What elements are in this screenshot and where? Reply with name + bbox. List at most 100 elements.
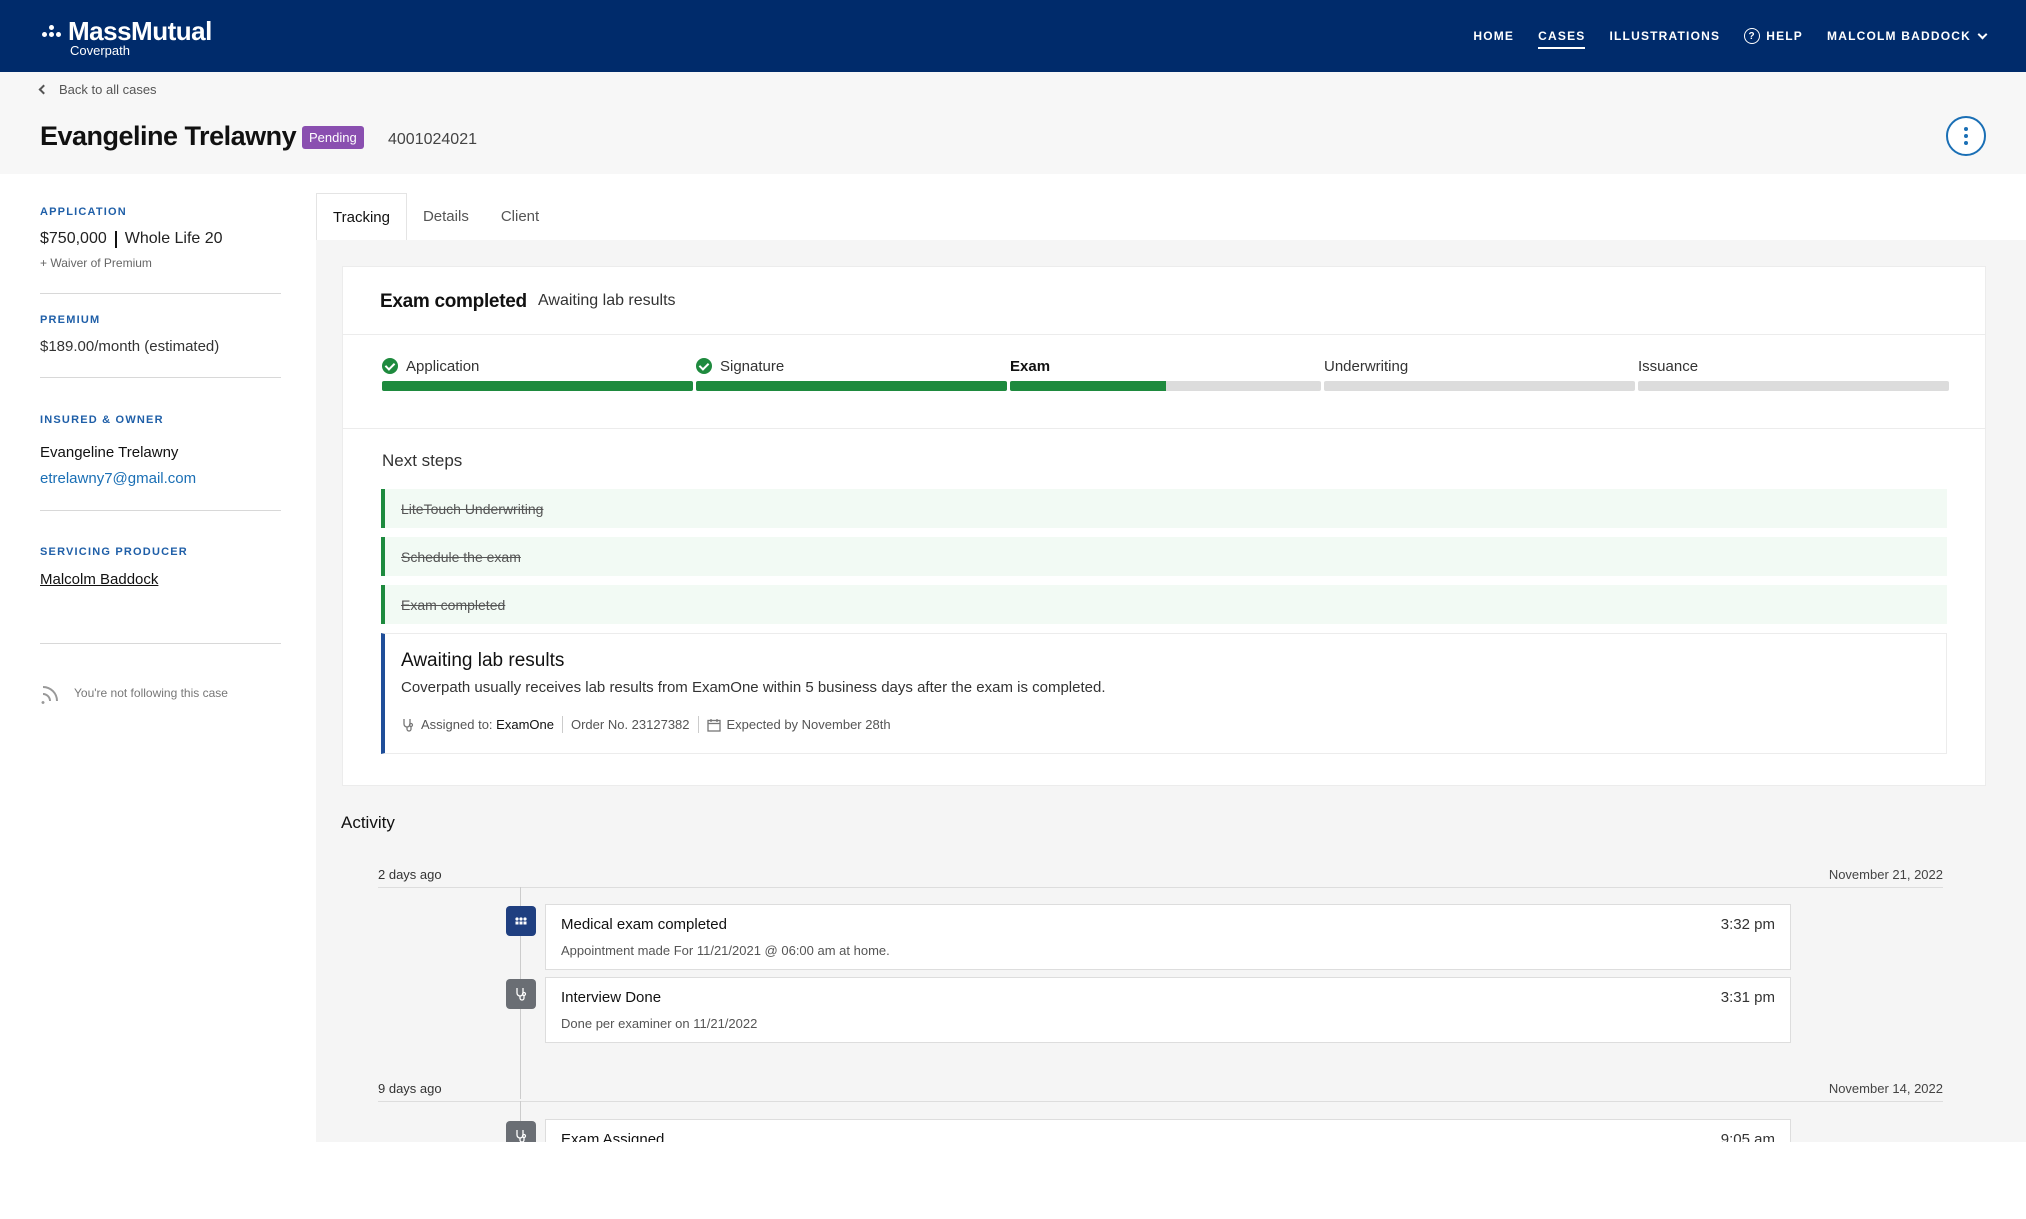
- nav-help[interactable]: ? HELP: [1744, 28, 1803, 44]
- application-summary: $750,000 Whole Life 20: [40, 230, 281, 248]
- stethoscope-icon: [403, 718, 414, 732]
- nav-help-label: HELP: [1766, 29, 1804, 43]
- step-issuance: Issuance: [1638, 357, 1949, 391]
- activity-item[interactable]: Medical exam completed 3:32 pm Appointme…: [545, 904, 1791, 970]
- step-progress-bar: [382, 381, 693, 391]
- current-step-title: Awaiting lab results: [401, 650, 565, 671]
- step-label: Exam: [1010, 357, 1321, 375]
- step-name: Underwriting: [1324, 357, 1409, 375]
- people-icon: [506, 906, 536, 936]
- step-label: Issuance: [1638, 357, 1949, 375]
- check-circle-icon: [696, 358, 712, 374]
- insured-name: Evangeline Trelawny: [40, 444, 179, 461]
- insured-section: INSURED & OWNER Evangeline Trelawny etre…: [40, 414, 281, 487]
- follow-text: You're not following this case: [74, 686, 228, 700]
- step-underwriting: Underwriting: [1324, 357, 1635, 391]
- step-name: Application: [406, 357, 480, 375]
- kebab-dot: [1964, 134, 1968, 138]
- producer-link[interactable]: Malcolm Baddock: [40, 571, 281, 588]
- more-options-button[interactable]: [1946, 116, 1986, 156]
- logo-dots-icon: [40, 25, 64, 42]
- divider: [378, 1101, 1943, 1102]
- activity-group-relative: 2 days ago: [378, 867, 442, 882]
- policy-number: 4001024021: [388, 131, 477, 148]
- step-progress-bar: [1324, 381, 1635, 391]
- step-progress-fill: [382, 381, 693, 391]
- case-tabs: Tracking Details Client: [316, 193, 555, 240]
- page-title: Evangeline Trelawny: [40, 121, 297, 151]
- tab-client[interactable]: Client: [485, 193, 555, 240]
- tab-details[interactable]: Details: [407, 193, 485, 240]
- user-menu[interactable]: MALCOLM BADDOCK: [1827, 29, 1988, 43]
- activity-title: Activity: [341, 813, 395, 832]
- divider: [40, 510, 281, 511]
- case-header: [0, 72, 2026, 174]
- activity-item-title: Medical exam completed: [561, 916, 727, 933]
- premium-value: $189.00/month (estimated): [40, 338, 220, 355]
- step-progress-bar: [1638, 381, 1949, 391]
- producer-label: SERVICING PRODUCER: [40, 546, 188, 558]
- completed-step: Schedule the exam: [381, 537, 1947, 576]
- separator: [697, 716, 699, 733]
- step-label: Application: [382, 357, 693, 375]
- step-name: Signature: [720, 357, 785, 375]
- divider: [378, 887, 1943, 888]
- completed-step: LiteTouch Underwriting: [381, 489, 1947, 528]
- progress-tracker: Application Signature Exam Underwriting: [343, 335, 1985, 429]
- expected-date: Expected by November 28th: [726, 717, 891, 732]
- premium-label: PREMIUM: [40, 314, 101, 326]
- status-badge: Pending: [302, 126, 364, 149]
- application-label: APPLICATION: [40, 206, 127, 218]
- calendar-icon: [706, 718, 721, 732]
- activity-group-relative: 9 days ago: [378, 1081, 442, 1096]
- step-exam: Exam: [1010, 357, 1321, 391]
- premium-section: PREMIUM $189.00/month (estimated): [40, 314, 281, 355]
- back-to-cases-link[interactable]: Back to all cases: [38, 82, 157, 97]
- activity-item-desc: Done per examiner on 11/21/2022: [561, 1016, 758, 1031]
- insured-email-link[interactable]: etrelawny7@gmail.com: [40, 470, 281, 487]
- activity-item-desc: Appointment made For 11/21/2021 @ 06:00 …: [561, 943, 890, 958]
- status-subtitle: Awaiting lab results: [538, 292, 676, 309]
- step-progress-fill: [1010, 381, 1166, 391]
- step-progress-bar: [1010, 381, 1321, 391]
- user-name: MALCOLM BADDOCK: [1827, 29, 1971, 43]
- nav-home[interactable]: HOME: [1473, 29, 1514, 43]
- kebab-dot: [1964, 141, 1968, 145]
- current-step-description: Coverpath usually receives lab results f…: [401, 679, 1106, 696]
- divider: [40, 377, 281, 378]
- back-label: Back to all cases: [59, 82, 157, 97]
- activity-item-time: 3:32 pm: [1720, 916, 1775, 933]
- current-step-meta: Assigned to: ExamOne Order No. 23127382 …: [401, 716, 891, 733]
- viewport-bottom: [316, 1142, 2026, 1219]
- next-steps-title: Next steps: [382, 451, 463, 470]
- brand-sub: Coverpath: [70, 43, 130, 58]
- tab-tracking[interactable]: Tracking: [316, 193, 407, 240]
- nav-links: HOME CASES ILLUSTRATIONS ? HELP MALCOLM …: [1473, 0, 1988, 72]
- top-nav: MassMutual Coverpath HOME CASES ILLUSTRA…: [0, 0, 2026, 72]
- rider: + Waiver of Premium: [40, 256, 152, 270]
- status-title: Exam completed: [380, 291, 527, 312]
- activity-group-date: November 14, 2022: [1828, 1081, 1943, 1096]
- product-name: Whole Life 20: [124, 230, 223, 247]
- step-name: Exam: [1010, 357, 1051, 375]
- step-signature: Signature: [696, 357, 1007, 391]
- activity-group-date: November 21, 2022: [1828, 867, 1943, 882]
- nav-cases[interactable]: CASES: [1538, 29, 1586, 49]
- rss-icon: [41, 686, 58, 704]
- assigned-to: ExamOne: [496, 717, 554, 732]
- step-progress-bar: [696, 381, 1007, 391]
- follow-case-toggle[interactable]: You're not following this case: [40, 682, 281, 704]
- stethoscope-icon: [506, 979, 536, 1009]
- activity-item-time: 3:31 pm: [1720, 989, 1775, 1006]
- application-section: APPLICATION $750,000 Whole Life 20 + Wai…: [40, 206, 281, 270]
- activity-item[interactable]: Interview Done 3:31 pm Done per examiner…: [545, 977, 1791, 1043]
- divider: [40, 643, 281, 644]
- coverage-amount: $750,000: [40, 230, 107, 247]
- chevron-left-icon: [38, 84, 49, 95]
- status-card: Exam completed Awaiting lab results Appl…: [342, 266, 1986, 786]
- help-icon: ?: [1744, 28, 1761, 44]
- kebab-dot: [1964, 127, 1968, 131]
- current-step-card: Awaiting lab results Coverpath usually r…: [381, 633, 1947, 754]
- order-number: Order No. 23127382: [570, 717, 690, 732]
- nav-illustrations[interactable]: ILLUSTRATIONS: [1609, 29, 1720, 43]
